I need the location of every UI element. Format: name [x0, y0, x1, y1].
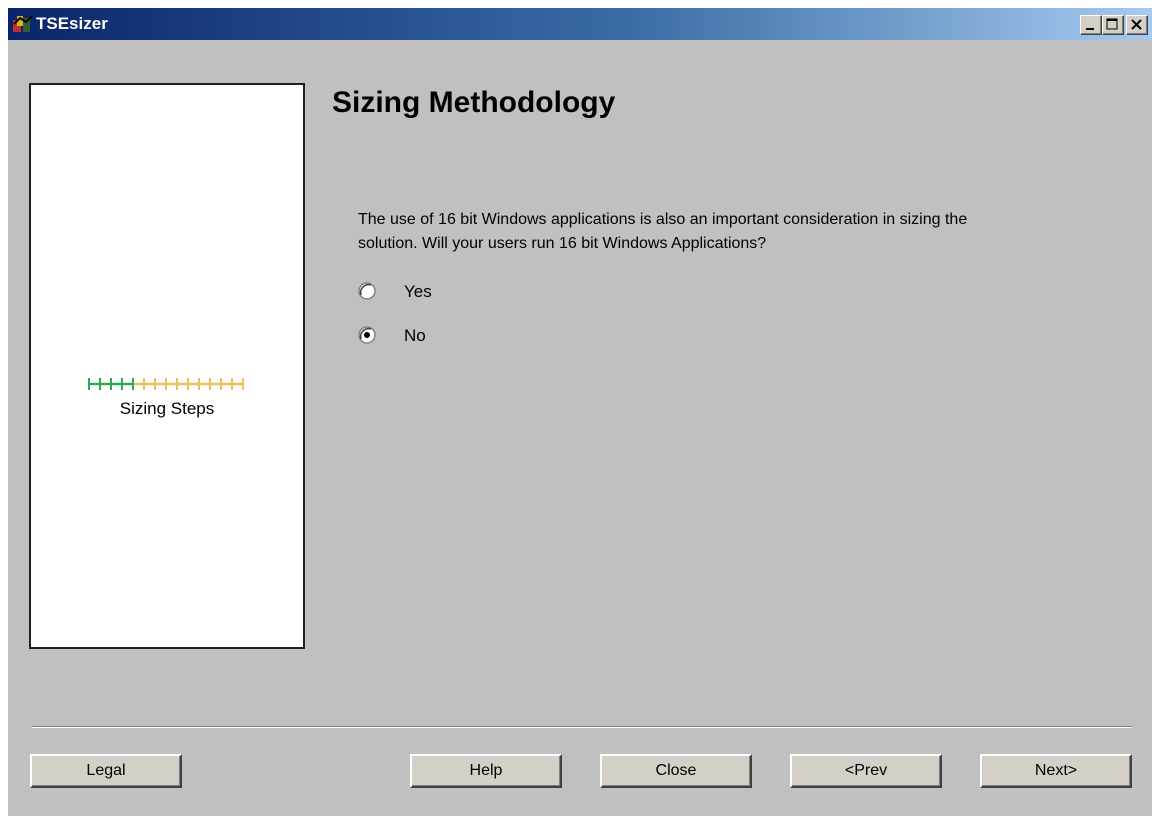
next-button[interactable]: Next>: [980, 754, 1132, 788]
radio-no-dot: [364, 332, 370, 338]
help-button[interactable]: Help: [410, 754, 562, 788]
close-window-button[interactable]: [1126, 15, 1148, 35]
tsesizer-window: TSEsizer Sizing Steps Sizing Methodology…: [8, 8, 1152, 816]
app-icon: [13, 15, 33, 32]
maximize-button[interactable]: [1102, 15, 1124, 35]
radio-no[interactable]: [358, 326, 376, 344]
maximize-icon: [1106, 18, 1118, 30]
sizing-steps-progress: [88, 378, 244, 390]
page-title: Sizing Methodology: [332, 86, 616, 119]
prev-button[interactable]: <Prev: [790, 754, 942, 788]
radio-yes[interactable]: [358, 282, 376, 300]
sizing-steps-label: Sizing Steps: [119, 399, 215, 418]
option-no-label: No: [404, 326, 426, 345]
question-text: The use of 16 bit Windows applications i…: [358, 208, 1128, 256]
question-line-1: The use of 16 bit Windows applications i…: [358, 211, 968, 228]
option-yes-label: Yes: [404, 282, 432, 301]
minimize-icon: [1086, 28, 1094, 30]
close-button[interactable]: Close: [600, 754, 752, 788]
legal-button[interactable]: Legal: [30, 754, 182, 788]
question-line-2: solution. Will your users run 16 bit Win…: [358, 235, 767, 252]
minimize-button[interactable]: [1080, 15, 1102, 35]
title-bar[interactable]: TSEsizer: [8, 8, 1152, 40]
close-icon: [1131, 19, 1142, 30]
footer-separator: [32, 726, 1132, 728]
sizing-steps-panel: Sizing Steps: [29, 83, 305, 649]
window-title: TSEsizer: [36, 14, 108, 33]
